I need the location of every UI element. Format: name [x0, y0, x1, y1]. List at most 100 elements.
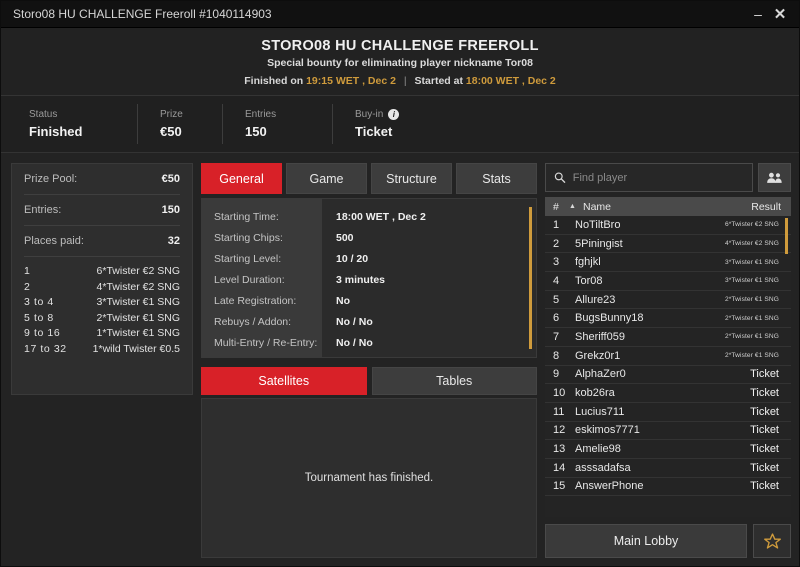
close-button[interactable]: ✕: [769, 3, 791, 25]
minimize-button[interactable]: –: [747, 3, 769, 25]
player-rank: 1: [553, 218, 560, 231]
tournament-title: STORO08 HU CHALLENGE FREEROLL: [261, 38, 539, 54]
player-result: 6*Twister €2 SNG: [724, 221, 779, 229]
general-label: Starting Time:: [214, 211, 279, 223]
player-list-scrollbar[interactable]: [785, 218, 788, 254]
column-header-result[interactable]: Result: [751, 201, 781, 213]
payout-place: 3 to 4: [24, 296, 54, 308]
player-rank: 6: [553, 312, 560, 325]
tab-general[interactable]: General: [201, 163, 282, 194]
column-header-name[interactable]: Name: [583, 201, 751, 213]
general-value: No: [336, 295, 350, 307]
window-title: Storo08 HU CHALLENGE Freeroll #104011490…: [13, 7, 272, 21]
table-row[interactable]: 13 Amelie98 Ticket: [545, 440, 791, 459]
general-values-column: 18:00 WET , Dec 2 500 10 / 20 3 minutes …: [322, 199, 536, 357]
entries-key: Entries:: [24, 204, 62, 216]
search-box[interactable]: [545, 163, 753, 192]
stat-prize-label: Prize: [160, 109, 183, 120]
player-rank: 10: [553, 387, 566, 400]
favorite-button[interactable]: [753, 524, 791, 558]
player-name: NoTiltBro: [575, 218, 621, 231]
stat-entries-value: 150: [245, 124, 267, 139]
general-value: 500: [336, 232, 354, 244]
payout-place: 1: [24, 265, 31, 277]
places-paid-value: 32: [167, 235, 180, 247]
stat-prize-value: €50: [160, 124, 182, 139]
player-filter-button[interactable]: [758, 163, 791, 192]
table-row[interactable]: 9 AlphaZer0 Ticket: [545, 366, 791, 385]
tab-tables[interactable]: Tables: [371, 367, 537, 395]
player-result: Ticket: [750, 461, 779, 474]
payout-prize: 1*wild Twister €0.5: [92, 342, 180, 355]
player-result: 4*Twister €2 SNG: [724, 240, 779, 248]
tab-game[interactable]: Game: [286, 163, 367, 194]
player-result: 2*Twister €1 SNG: [724, 333, 779, 341]
places-paid-key: Places paid:: [24, 235, 84, 247]
player-rank: 11: [553, 405, 565, 418]
player-name: asssadafsa: [575, 461, 631, 474]
player-result: Ticket: [750, 424, 779, 437]
time-separator: |: [403, 75, 407, 87]
tournament-status-message: Tournament has finished.: [304, 472, 434, 484]
player-result: Ticket: [750, 405, 779, 418]
tournament-header: STORO08 HU CHALLENGE FREEROLL Special bo…: [1, 28, 799, 96]
main-lobby-button[interactable]: Main Lobby: [545, 524, 747, 558]
table-row[interactable]: 14 asssadafsa Ticket: [545, 459, 791, 478]
player-rank: 15: [553, 480, 566, 493]
player-name: 5Piningist: [575, 237, 623, 250]
table-row[interactable]: 7 Sheriff059 2*Twister €1 SNG: [545, 328, 791, 347]
player-name: eskimos7771: [575, 424, 640, 437]
tab-satellites[interactable]: Satellites: [201, 367, 367, 395]
started-label: Started at: [414, 75, 463, 87]
table-row[interactable]: 12 eskimos7771 Ticket: [545, 422, 791, 441]
table-row[interactable]: 15 AnswerPhone Ticket: [545, 478, 791, 497]
player-result: 2*Twister €1 SNG: [724, 352, 779, 360]
table-row[interactable]: 11 Lucius711 Ticket: [545, 403, 791, 422]
player-name: fghjkl: [575, 256, 601, 269]
general-panel-scrollbar[interactable]: [529, 207, 532, 349]
player-name: AnswerPhone: [575, 480, 644, 493]
payout-place: 17 to 32: [24, 342, 67, 355]
tournament-subtitle: Special bounty for eliminating player ni…: [267, 57, 533, 69]
player-rank: 13: [553, 443, 566, 456]
places-paid-row: Places paid: 32: [24, 226, 180, 257]
table-row[interactable]: 1 NoTiltBro 6*Twister €2 SNG: [545, 216, 791, 235]
player-result: Ticket: [750, 387, 779, 400]
payout-list: 1 6*Twister €2 SNG 2 4*Twister €2 SNG 3 …: [24, 257, 180, 357]
stat-entries: Entries 150: [222, 104, 332, 144]
column-header-number[interactable]: #: [553, 201, 569, 213]
prize-pool-key: Prize Pool:: [24, 173, 78, 185]
general-info-panel: Starting Time: Starting Chips: Starting …: [201, 198, 537, 358]
player-name: Lucius711: [575, 405, 625, 418]
search-input[interactable]: [572, 171, 744, 184]
star-icon: [763, 532, 781, 549]
table-row[interactable]: 10 kob26ra Ticket: [545, 384, 791, 403]
general-label: Min / Max Players:: [214, 354, 322, 357]
table-row[interactable]: 5 Allure23 2*Twister €1 SNG: [545, 291, 791, 310]
satellites-tables-tabs: Satellites Tables: [201, 367, 537, 395]
player-result: Ticket: [750, 480, 779, 493]
table-row[interactable]: 2 5Piningist 4*Twister €2 SNG: [545, 235, 791, 254]
tournament-lobby-window: Storo08 HU CHALLENGE Freeroll #104011490…: [0, 0, 800, 567]
list-item: 5 to 8 2*Twister €1 SNG: [24, 311, 180, 327]
general-value: No / No: [336, 316, 373, 328]
player-result: 3*Twister €1 SNG: [724, 258, 779, 266]
table-row[interactable]: 8 Grekz0r1 2*Twister €1 SNG: [545, 347, 791, 366]
sort-ascending-icon[interactable]: ▲: [569, 203, 583, 210]
tab-stats[interactable]: Stats: [456, 163, 537, 194]
stat-buyin-label-text: Buy-in: [355, 109, 384, 120]
tab-structure[interactable]: Structure: [371, 163, 452, 194]
table-row[interactable]: 3 fghjkl 3*Twister €1 SNG: [545, 253, 791, 273]
player-rank: 5: [553, 293, 560, 306]
player-name: AlphaZer0: [575, 368, 626, 381]
entries-value: 150: [161, 204, 180, 216]
payout-prize: 3*Twister €1 SNG: [96, 296, 180, 308]
list-item: 17 to 32 1*wild Twister €0.5: [24, 342, 180, 358]
table-row[interactable]: 4 Tor08 3*Twister €1 SNG: [545, 272, 791, 291]
info-icon[interactable]: i: [388, 109, 400, 120]
general-label: Starting Chips:: [214, 232, 283, 244]
list-item: 2 4*Twister €2 SNG: [24, 280, 180, 296]
general-label: Rebuys / Addon:: [214, 316, 292, 328]
player-list: 1 NoTiltBro 6*Twister €2 SNG 2 5Piningis…: [545, 216, 791, 517]
table-row[interactable]: 6 BugsBunny18 2*Twister €1 SNG: [545, 309, 791, 329]
